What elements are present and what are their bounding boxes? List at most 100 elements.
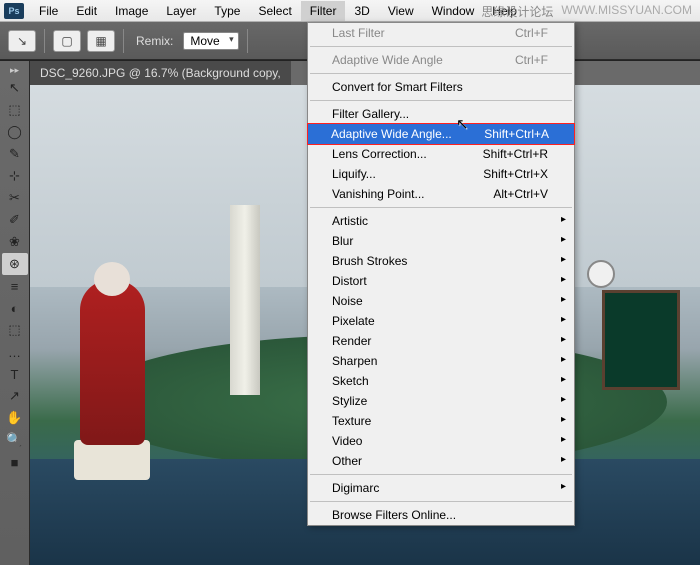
menu-item-brush-strokes[interactable]: Brush Strokes xyxy=(308,251,574,271)
menu-window[interactable]: Window xyxy=(423,1,484,21)
menu-file[interactable]: File xyxy=(30,1,67,21)
menu-item-texture[interactable]: Texture xyxy=(308,411,574,431)
menu-item-browse-filters-online[interactable]: Browse Filters Online... xyxy=(308,505,574,525)
menu-item-shortcut: Ctrl+F xyxy=(515,26,548,40)
menu-edit[interactable]: Edit xyxy=(67,1,106,21)
menu-item-sketch[interactable]: Sketch xyxy=(308,371,574,391)
menu-item-artistic[interactable]: Artistic xyxy=(308,211,574,231)
menu-item-label: Other xyxy=(332,454,362,468)
menu-item-label: Pixelate xyxy=(332,314,375,328)
toolbox-expand-icon[interactable]: ▸▸ xyxy=(0,65,29,77)
menu-view[interactable]: View xyxy=(379,1,423,21)
menu-select[interactable]: Select xyxy=(249,1,300,21)
menu-item-last-filter: Last Filter Ctrl+F xyxy=(308,23,574,43)
tool-8[interactable]: ⊛ xyxy=(2,253,28,275)
image-pillar xyxy=(230,205,260,395)
tool-15[interactable]: ✋ xyxy=(2,407,28,429)
menu-item-label: Liquify... xyxy=(332,167,376,181)
menu-item-label: Artistic xyxy=(332,214,368,228)
menu-item-label: Last Filter xyxy=(332,26,385,40)
image-clock xyxy=(587,260,615,288)
menu-item-label: Browse Filters Online... xyxy=(332,508,456,522)
separator xyxy=(247,29,248,53)
menu-item-lens-correction[interactable]: Lens Correction...Shift+Ctrl+R xyxy=(308,144,574,164)
menu-filter[interactable]: Filter xyxy=(301,1,346,21)
menu-item-pixelate[interactable]: Pixelate xyxy=(308,311,574,331)
menu-item-shortcut: Shift+Ctrl+A xyxy=(484,127,549,141)
menu-item-blur[interactable]: Blur xyxy=(308,231,574,251)
separator xyxy=(123,29,124,53)
tool-12[interactable]: … xyxy=(2,341,28,363)
menu-item-label: Sharpen xyxy=(332,354,377,368)
menu-item-liquify[interactable]: Liquify... Shift+Ctrl+X xyxy=(308,164,574,184)
tool-0[interactable]: ↖ xyxy=(2,77,28,99)
menu-item-video[interactable]: Video xyxy=(308,431,574,451)
menu-item-distort[interactable]: Distort xyxy=(308,271,574,291)
image-santa xyxy=(80,280,145,445)
option-icon-1[interactable]: ▢ xyxy=(53,30,81,52)
menu-item-label: Adaptive Wide Angle xyxy=(332,53,443,67)
menu-item-label: Filter Gallery... xyxy=(332,107,409,121)
image-board xyxy=(602,290,680,390)
option-icon-2[interactable]: ▦ xyxy=(87,30,115,52)
separator xyxy=(44,29,45,53)
menu-item-label: Vanishing Point... xyxy=(332,187,425,201)
menu-item-other[interactable]: Other xyxy=(308,451,574,471)
menu-separator xyxy=(310,501,572,502)
tool-10[interactable]: ◐ xyxy=(2,297,28,319)
tool-preset-icon[interactable]: ↘ xyxy=(8,30,36,52)
remix-select[interactable]: Move xyxy=(183,32,238,50)
menu-item-shortcut: Shift+Ctrl+R xyxy=(483,147,548,161)
menu-item-label: Sketch xyxy=(332,374,369,388)
tool-5[interactable]: ✂ xyxy=(2,187,28,209)
tool-7[interactable]: ❀ xyxy=(2,231,28,253)
watermark: 思缘设计论坛 WWW.MISSYUAN.COM xyxy=(481,3,692,20)
menu-separator xyxy=(310,73,572,74)
menu-item-label: Brush Strokes xyxy=(332,254,407,268)
tool-6[interactable]: ✐ xyxy=(2,209,28,231)
filter-menu-dropdown: Last Filter Ctrl+F Adaptive Wide Angle Ctrl… xyxy=(307,22,575,526)
tool-13[interactable]: T xyxy=(2,363,28,385)
menu-item-label: Blur xyxy=(332,234,353,248)
menu-item-stylize[interactable]: Stylize xyxy=(308,391,574,411)
menu-item-render[interactable]: Render xyxy=(308,331,574,351)
menu-separator xyxy=(310,46,572,47)
tool-2[interactable]: ◯ xyxy=(2,121,28,143)
tool-1[interactable]: ⬚ xyxy=(2,99,28,121)
tool-4[interactable]: ⊹ xyxy=(2,165,28,187)
menu-type[interactable]: Type xyxy=(205,1,249,21)
tool-11[interactable]: ⬚ xyxy=(2,319,28,341)
menu-item-label: Render xyxy=(332,334,371,348)
menu-item-label: Digimarc xyxy=(332,481,379,495)
tool-3[interactable]: ✎ xyxy=(2,143,28,165)
menu-item-label: Stylize xyxy=(332,394,367,408)
menu-item-digimarc[interactable]: Digimarc xyxy=(308,478,574,498)
app-logo: Ps xyxy=(4,3,24,19)
menu-item-label: Convert for Smart Filters xyxy=(332,80,463,94)
menu-item-vanishing-point[interactable]: Vanishing Point... Alt+Ctrl+V xyxy=(308,184,574,204)
menu-item-noise[interactable]: Noise xyxy=(308,291,574,311)
menu-image[interactable]: Image xyxy=(106,1,157,21)
image-pedestal xyxy=(74,440,150,480)
tool-9[interactable]: ≡ xyxy=(2,275,28,297)
menu-item-label: Video xyxy=(332,434,362,448)
menu-item-sharpen[interactable]: Sharpen xyxy=(308,351,574,371)
remix-label: Remix: xyxy=(136,34,173,48)
menu-separator xyxy=(310,474,572,475)
tool-16[interactable]: 🔍 xyxy=(2,429,28,451)
menu-item-filter-gallery[interactable]: Filter Gallery... xyxy=(308,104,574,124)
watermark-text-2: WWW.MISSYUAN.COM xyxy=(561,3,692,20)
menu-item-label: Adaptive Wide Angle... xyxy=(331,127,452,141)
menu-item-shortcut: Alt+Ctrl+V xyxy=(493,187,548,201)
menu-item-adaptive-wide-angle[interactable]: Adaptive Wide Angle... Shift+Ctrl+A xyxy=(307,123,575,145)
menu-3d[interactable]: 3D xyxy=(345,1,378,21)
document-tab[interactable]: DSC_9260.JPG @ 16.7% (Background copy, xyxy=(30,61,291,85)
tool-14[interactable]: ↗ xyxy=(2,385,28,407)
menu-item-label: Texture xyxy=(332,414,371,428)
tool-17[interactable]: ■ xyxy=(2,451,28,473)
menu-item-label: Noise xyxy=(332,294,363,308)
menu-item-shortcut: Shift+Ctrl+X xyxy=(483,167,548,181)
menu-item-shortcut: Ctrl+F xyxy=(515,53,548,67)
menu-item-convert-for-smart-filters[interactable]: Convert for Smart Filters xyxy=(308,77,574,97)
menu-layer[interactable]: Layer xyxy=(157,1,205,21)
